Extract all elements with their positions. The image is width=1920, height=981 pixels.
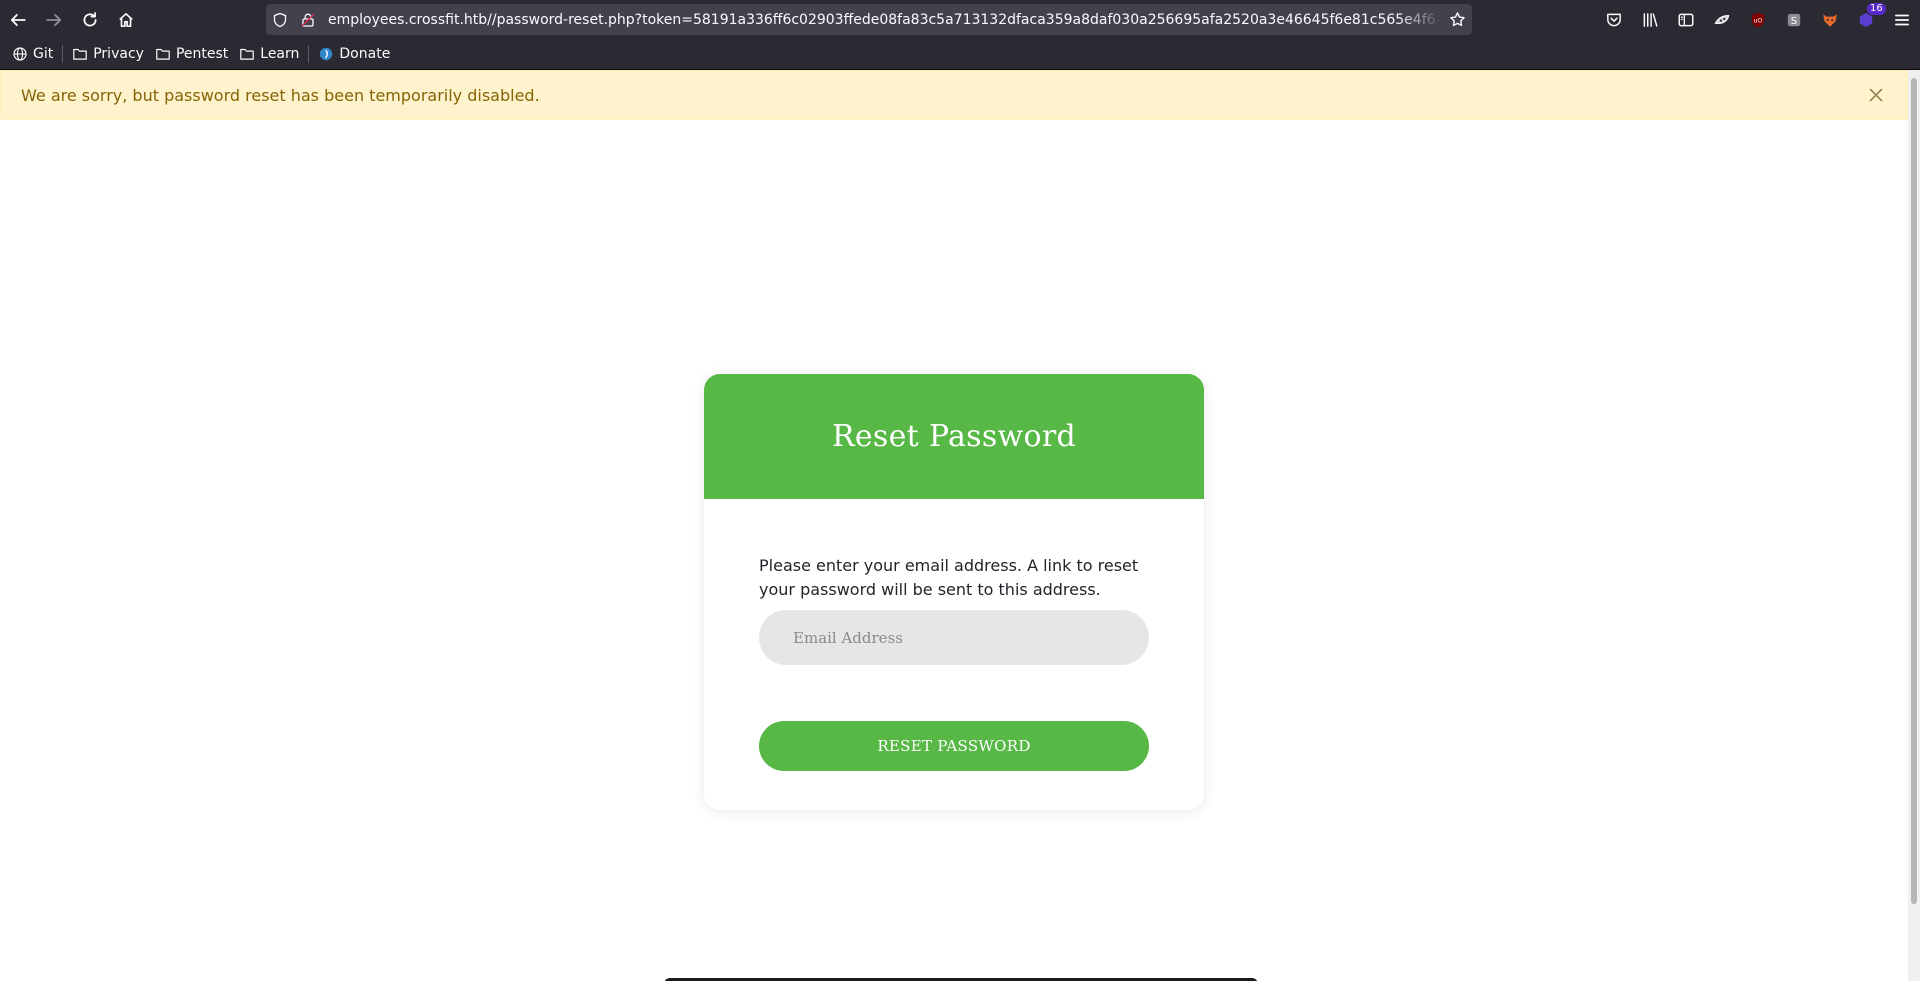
- sidebar-icon: [1678, 13, 1694, 26]
- card-body: Please enter your email address. A link …: [704, 499, 1204, 771]
- folder-icon: [156, 48, 170, 60]
- bookmark-separator: [308, 45, 310, 63]
- reset-password-card: Reset Password Please enter your email a…: [704, 374, 1204, 810]
- page-title: Reset Password: [831, 419, 1077, 454]
- address-bar[interactable]: employees.crossfit.htb//password-reset.p…: [266, 4, 1472, 35]
- sidebar-button[interactable]: [1668, 0, 1704, 39]
- hamburger-menu-icon: [1894, 14, 1910, 25]
- library-button[interactable]: [1632, 0, 1668, 39]
- folder-icon: [240, 48, 255, 60]
- bookmark-label: Pentest: [175, 46, 229, 62]
- page-scrollbar[interactable]: [1908, 70, 1920, 981]
- close-icon: [1869, 88, 1883, 102]
- card-header: Reset Password: [704, 374, 1204, 499]
- library-icon: [1643, 12, 1658, 27]
- home-button[interactable]: [108, 0, 144, 39]
- notification-badge: 16: [1867, 3, 1886, 15]
- extension-button-3[interactable]: 16: [1848, 0, 1886, 39]
- alert-message: We are sorry, but password reset has bee…: [21, 85, 540, 105]
- email-field-wrapper: [759, 610, 1149, 665]
- arrow-right-icon: [46, 13, 62, 26]
- instructions-text: Please enter your email address. A link …: [759, 556, 1139, 599]
- app-menu-button[interactable]: [1884, 0, 1920, 39]
- bookmarks-toolbar: Git Privacy Pentest Learn Donate: [0, 39, 1920, 70]
- ublock-button[interactable]: uO: [1740, 0, 1776, 39]
- reload-icon: [83, 11, 97, 26]
- cookie-extension-icon: [1714, 14, 1730, 24]
- fox-icon: [1823, 13, 1837, 27]
- donate-icon: [320, 47, 333, 61]
- bookmark-folder-privacy[interactable]: Privacy: [68, 42, 148, 66]
- folder-icon: [73, 48, 88, 60]
- bookmark-separator: [62, 45, 64, 63]
- site-info-button[interactable]: [294, 4, 322, 35]
- bookmark-star-button[interactable]: [1442, 4, 1472, 35]
- bookmark-label: Learn: [260, 46, 300, 62]
- tracking-protection-button[interactable]: [266, 4, 294, 35]
- bookmark-label: Privacy: [93, 46, 144, 62]
- extension-button-1[interactable]: [1704, 0, 1740, 39]
- shield-icon: [273, 12, 287, 27]
- svg-text:S: S: [1791, 15, 1797, 26]
- scrollbar-thumb[interactable]: [1911, 78, 1917, 904]
- bookmark-label: Donate: [339, 46, 391, 62]
- star-icon: [1449, 12, 1465, 27]
- toolbar-right: uO S 16: [1596, 0, 1920, 39]
- bookmark-donate[interactable]: Donate: [314, 42, 394, 66]
- warning-alert: We are sorry, but password reset has bee…: [0, 70, 1908, 120]
- bookmark-label: Git: [33, 46, 54, 62]
- alert-close-button[interactable]: [1865, 84, 1887, 106]
- reload-button[interactable]: [72, 0, 108, 39]
- back-button[interactable]: [0, 0, 36, 39]
- reset-password-button[interactable]: RESET PASSWORD: [759, 721, 1149, 771]
- bookmark-folder-learn[interactable]: Learn: [235, 42, 303, 66]
- page-viewport: We are sorry, but password reset has bee…: [0, 70, 1908, 981]
- svg-text:uO: uO: [1754, 17, 1763, 24]
- arrow-left-icon: [10, 13, 26, 26]
- email-field[interactable]: [759, 610, 1149, 665]
- browser-toolbar: employees.crossfit.htb//password-reset.p…: [0, 0, 1920, 39]
- foxyproxy-button[interactable]: [1812, 0, 1848, 39]
- forward-button[interactable]: [36, 0, 72, 39]
- url-text[interactable]: employees.crossfit.htb//password-reset.p…: [322, 12, 1442, 28]
- bookmark-git[interactable]: Git: [8, 42, 57, 66]
- bookmark-folder-pentest[interactable]: Pentest: [151, 42, 232, 66]
- lock-insecure-icon: [301, 12, 315, 27]
- globe-icon: [13, 47, 27, 61]
- pocket-button[interactable]: [1596, 0, 1632, 39]
- stylus-extension-icon: S: [1787, 13, 1801, 26]
- home-icon: [119, 12, 133, 27]
- ublock-origin-icon: uO: [1751, 12, 1765, 27]
- pocket-icon: [1607, 13, 1621, 26]
- extension-button-2[interactable]: S: [1776, 0, 1812, 39]
